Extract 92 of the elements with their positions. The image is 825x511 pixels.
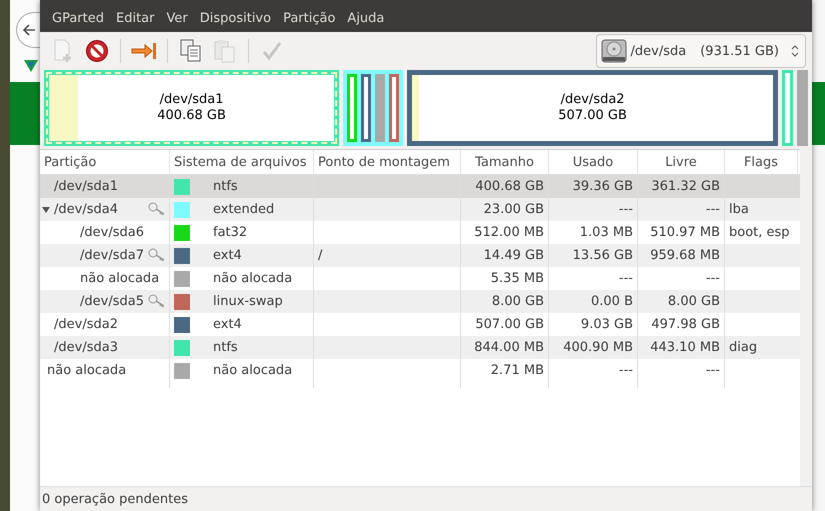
used-cell: 1.03 MB — [580, 225, 633, 240]
filesystem-name: extended — [213, 202, 274, 217]
back-icon — [22, 23, 36, 37]
partition-row[interactable]: /dev/sda5 linux-swap 8.00 GB 0.00 B 8.00 GB — [40, 290, 800, 313]
free-cell: 497.98 GB — [651, 317, 720, 332]
partition-name: não alocada — [47, 363, 126, 378]
free-cell: 443.10 MB — [650, 340, 720, 355]
used-cell: --- — [618, 363, 633, 378]
used-cell: 39.36 GB — [572, 179, 633, 194]
partition-row[interactable]: não alocada não alocada 2.71 MB --- --- — [40, 359, 800, 382]
free-cell: 361.32 GB — [651, 179, 720, 194]
size-cell: 23.00 GB — [484, 202, 544, 217]
new-document-icon — [52, 39, 74, 63]
partition-row[interactable]: /dev/sda3 ntfs 844.00 MB 400.90 MB 443.10 MB diag — [40, 336, 800, 359]
free-cell: --- — [706, 271, 720, 286]
column-header[interactable]: Livre — [638, 150, 725, 174]
partition-block[interactable]: /dev/sda2 507.00 GB — [407, 70, 778, 146]
size-cell: 844.00 MB — [474, 340, 544, 355]
column-header[interactable]: Flags — [725, 150, 798, 174]
partition-row[interactable]: /dev/sda1 ntfs 400.68 GB 39.36 GB 361.32 GB — [40, 175, 800, 198]
used-cell: 13.56 GB — [572, 248, 633, 263]
free-cell: --- — [706, 363, 720, 378]
size-cell: 507.00 GB — [475, 317, 544, 332]
partition-block[interactable] — [389, 74, 400, 142]
menu-item[interactable]: GParted — [47, 8, 109, 30]
filesystem-name: fat32 — [213, 225, 248, 240]
checkmark-icon — [261, 40, 283, 62]
free-cell: 510.97 MB — [650, 225, 720, 240]
logo-icon — [24, 60, 38, 72]
filesystem-name: não alocada — [213, 363, 292, 378]
used-cell: 400.90 MB — [563, 340, 633, 355]
partition-name: /dev/sda3 — [54, 340, 118, 355]
size-cell: 2.71 MB — [490, 363, 544, 378]
filesystem-name: não alocada — [213, 271, 292, 286]
device-selector[interactable]: /dev/sda (931.51 GB) — [596, 34, 806, 68]
filesystem-name: ext4 — [213, 248, 242, 263]
size-cell: 8.00 GB — [492, 294, 544, 309]
used-cell: --- — [618, 202, 633, 217]
partition-label: /dev/sda1 — [160, 92, 224, 108]
used-cell: 9.03 GB — [580, 317, 633, 332]
partition-block[interactable]: /dev/sda1 400.68 GB — [44, 70, 340, 146]
size-cell: 5.35 MB — [490, 271, 544, 286]
column-header[interactable]: Sistema de arquivos — [170, 150, 314, 174]
menu-item[interactable]: Editar — [111, 8, 160, 30]
partition-row[interactable]: /dev/sda4 extended 23.00 GB --- --- lba — [40, 198, 800, 221]
partition-name: não alocada — [80, 271, 160, 286]
size-cell: 400.68 GB — [475, 179, 544, 194]
used-cell: --- — [618, 271, 633, 286]
flags-cell: diag — [729, 340, 758, 355]
spinner-arrows-icon — [791, 44, 799, 58]
partition-size: 507.00 GB — [558, 108, 627, 124]
partition-name: /dev/sda1 — [54, 179, 118, 194]
header-band — [812, 82, 825, 145]
column-header[interactable]: Usado — [549, 150, 638, 174]
partition-label: /dev/sda2 — [560, 92, 625, 108]
column-header[interactable]: Ponto de montagem — [314, 150, 461, 174]
used-cell: 0.00 B — [591, 294, 633, 309]
partition-name: /dev/sda2 — [54, 317, 118, 332]
size-cell: 14.49 GB — [484, 248, 544, 263]
menu-item[interactable]: Partição — [278, 8, 340, 30]
menu-item[interactable]: Ver — [162, 8, 193, 30]
size-cell: 512.00 MB — [474, 225, 544, 240]
partition-name: /dev/sda6 — [80, 225, 144, 240]
partition-name: /dev/sda7 — [80, 248, 144, 263]
copy-icon — [180, 39, 202, 63]
filesystem-name: ntfs — [213, 340, 238, 355]
back-button[interactable] — [16, 12, 40, 48]
arrow-to-bar-icon — [131, 40, 157, 62]
status-text: 0 operação pendentes — [42, 492, 188, 506]
partition-size: 400.68 GB — [157, 108, 226, 124]
clipboard-icon — [214, 39, 236, 63]
column-header[interactable]: Tamanho — [461, 150, 549, 174]
column-header[interactable]: Partição — [40, 150, 170, 174]
free-cell: 959.68 MB — [650, 248, 720, 263]
partition-block[interactable] — [361, 74, 372, 142]
partition-name: /dev/sda5 — [80, 294, 144, 309]
expander-icon[interactable] — [42, 206, 50, 214]
menu-item[interactable]: Ajuda — [342, 8, 390, 30]
no-entry-icon — [85, 39, 109, 63]
filesystem-name: ntfs — [213, 179, 238, 194]
filesystem-name: linux-swap — [213, 294, 283, 309]
filesystem-name: ext4 — [213, 317, 242, 332]
free-cell: 8.00 GB — [668, 294, 720, 309]
flags-cell: lba — [729, 202, 749, 217]
free-cell: --- — [706, 202, 720, 217]
header-band — [10, 82, 40, 145]
menu-item[interactable]: Dispositivo — [194, 8, 276, 30]
mount-point: / — [318, 248, 322, 263]
flags-cell: boot, esp — [729, 225, 790, 240]
partition-row[interactable]: /dev/sda7 ext4 / 14.49 GB 13.56 GB 959.68 MB — [40, 244, 800, 267]
extended-partition-block[interactable] — [343, 70, 404, 146]
partition-name: /dev/sda4 — [54, 202, 118, 217]
